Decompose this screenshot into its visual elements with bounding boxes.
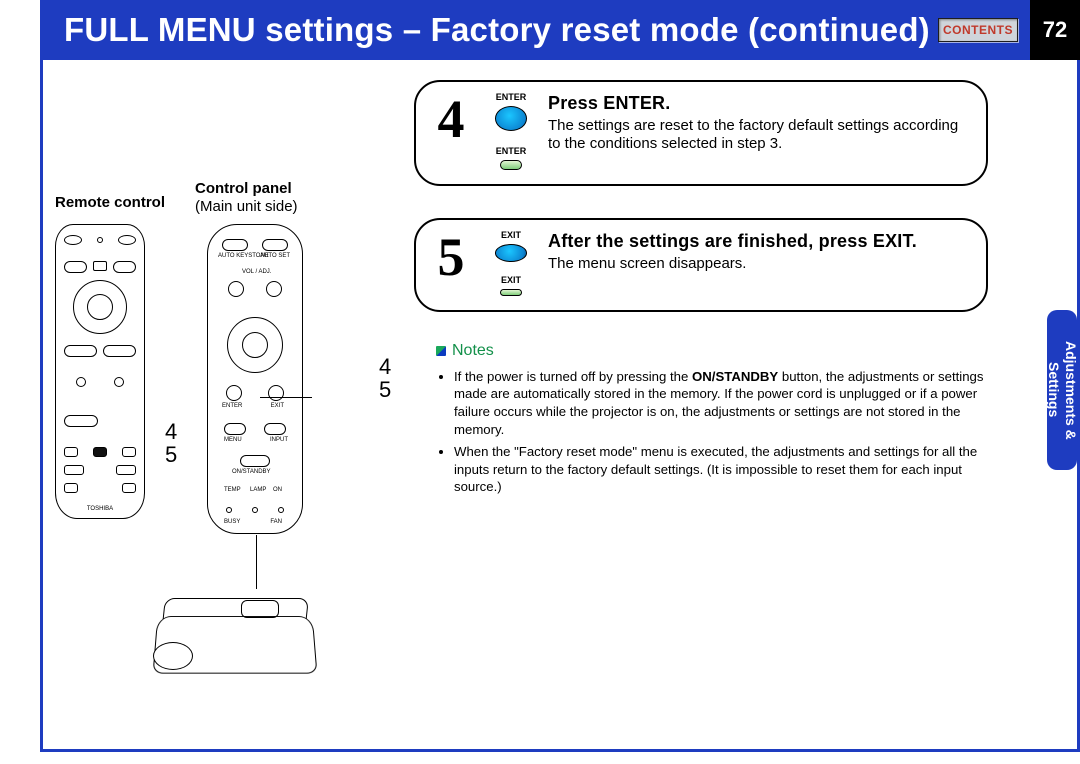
notes-item-1: If the power is turned off by pressing t… [454, 368, 996, 439]
enter-button-icon [495, 106, 527, 131]
step-5-number: 5 [428, 230, 474, 296]
exit-button-icon [495, 244, 527, 262]
control-panel-label-2: (Main unit side) [195, 198, 298, 216]
control-panel-label-1: Control panel [195, 180, 298, 198]
contents-button[interactable]: CONTENTS [938, 18, 1018, 42]
page-number-text: 72 [1043, 17, 1067, 43]
cpanel-lbl-fan: FAN [270, 519, 282, 525]
step-4-number: 4 [428, 92, 474, 170]
cpanel-lbl-input: INPUT [270, 437, 288, 443]
device-illustrations: Remote control Control panel (Main unit … [55, 180, 375, 694]
step-4-button-graphic: ENTER ENTER [482, 92, 540, 170]
step-5-body: The menu screen disappears. [548, 255, 968, 274]
cpanel-lbl-on: ON [273, 487, 282, 493]
section-tab-adjustments-settings: Adjustments & Settings [1047, 310, 1077, 470]
remote-step-callouts: 4 5 [165, 420, 187, 534]
control-panel-step-callouts: 4 5 [379, 355, 391, 401]
notes-title: Notes [452, 342, 494, 359]
notes-item-2: When the "Factory reset mode" menu is ex… [454, 443, 996, 496]
step-5-button-graphic: EXIT EXIT [482, 230, 540, 296]
notes-heading: Notes [436, 340, 996, 362]
cpanel-lbl-temp: TEMP [224, 487, 241, 493]
remote-control-diagram: TOSHIBA [55, 224, 145, 519]
cpanel-lbl-exit: EXIT [271, 403, 284, 409]
control-panel-label: Control panel (Main unit side) [195, 180, 298, 216]
cpanel-lbl-menu: MENU [224, 437, 242, 443]
exit-small-button-icon [500, 289, 522, 296]
section-tab-line1: Adjustments & [1063, 341, 1079, 440]
step-4-btn-label-top: ENTER [496, 92, 527, 102]
section-tab-text: Adjustments & Settings [1045, 341, 1079, 440]
step-4: 4 ENTER ENTER Press ENTER. The settings … [414, 80, 988, 186]
cpanel-lbl-on-standby: ON/STANDBY [232, 469, 271, 475]
step-4-btn-label-bottom: ENTER [496, 146, 527, 156]
notes-bullet-icon [436, 346, 446, 356]
cpanel-lbl-vol-adj: VOL / ADJ. [242, 269, 271, 275]
projector-diagram [145, 584, 325, 694]
section-tab-line2: Settings [1046, 362, 1062, 417]
page-header: FULL MENU settings – Factory reset mode … [40, 0, 1080, 60]
control-panel-diagram: AUTO KEYSTONE AUTO SET VOL / ADJ. ENTER … [207, 224, 303, 534]
cpanel-lbl-busy: BUSY [224, 519, 240, 525]
remote-brand: TOSHIBA [56, 506, 144, 512]
remote-control-label: Remote control [55, 194, 165, 216]
step-5-btn-label-bottom: EXIT [501, 275, 521, 285]
step-4-body: The settings are reset to the factory de… [548, 117, 968, 155]
cpanel-lbl-auto-set: AUTO SET [260, 253, 290, 259]
cpanel-lbl-lamp: LAMP [250, 487, 266, 493]
step-4-headline: Press ENTER. [548, 92, 968, 115]
cpanel-lbl-enter: ENTER [222, 403, 242, 409]
frame-bottom [40, 749, 1080, 752]
frame-left [40, 0, 43, 750]
enter-small-button-icon [500, 160, 522, 170]
notes-section: Notes If the power is turned off by pres… [436, 340, 996, 500]
device-labels: Remote control Control panel (Main unit … [55, 180, 375, 216]
step-5-btn-label-top: EXIT [501, 230, 521, 240]
page-title: FULL MENU settings – Factory reset mode … [64, 11, 930, 49]
step-5: 5 EXIT EXIT After the settings are finis… [414, 218, 988, 312]
notes-list: If the power is turned off by pressing t… [440, 368, 996, 497]
page-number: 72 [1030, 0, 1080, 60]
contents-button-label: CONTENTS [943, 23, 1013, 37]
step-5-headline: After the settings are finished, press E… [548, 230, 968, 253]
